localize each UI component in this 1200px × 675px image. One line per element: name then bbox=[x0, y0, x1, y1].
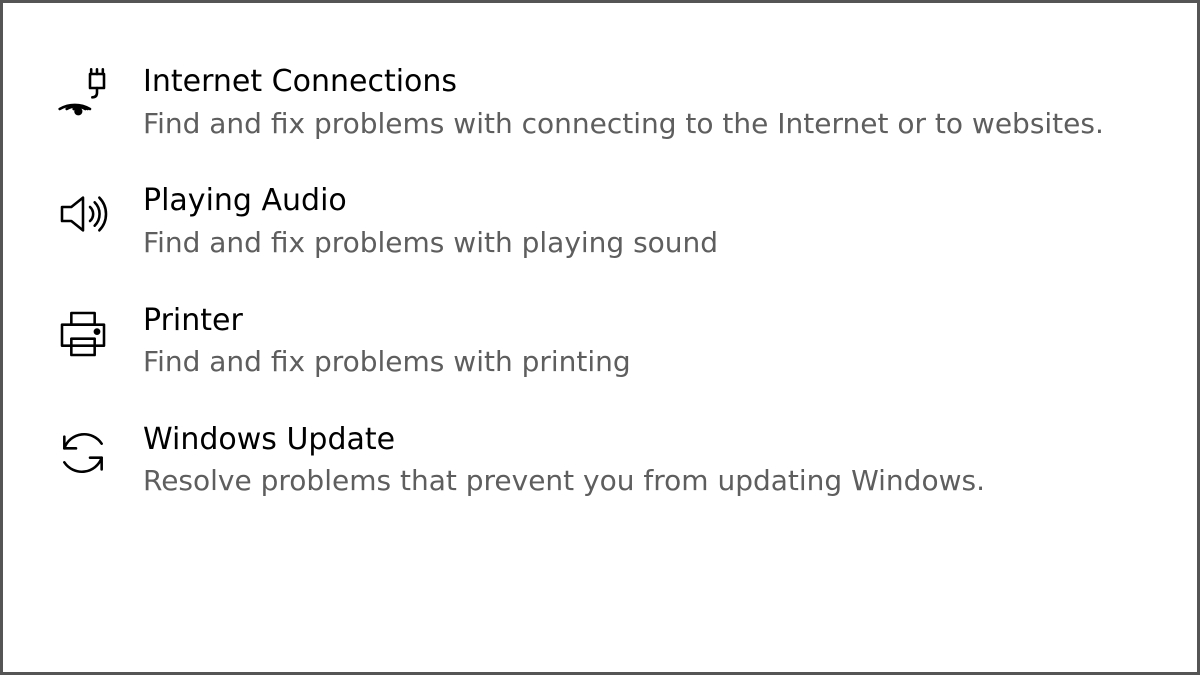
troubleshooter-description: Find and fix problems with playing sound bbox=[143, 224, 1157, 262]
troubleshooter-description: Find and fix problems with printing bbox=[143, 343, 1157, 381]
troubleshooter-internet-connections[interactable]: Internet Connections Find and fix proble… bbox=[51, 63, 1157, 142]
wifi-network-icon bbox=[51, 63, 115, 127]
troubleshooter-printer[interactable]: Printer Find and fix problems with print… bbox=[51, 302, 1157, 381]
troubleshooter-windows-update[interactable]: Windows Update Resolve problems that pre… bbox=[51, 421, 1157, 500]
troubleshooter-title: Internet Connections bbox=[143, 63, 1157, 101]
troubleshooter-title: Windows Update bbox=[143, 421, 1157, 459]
troubleshooter-playing-audio[interactable]: Playing Audio Find and fix problems with… bbox=[51, 182, 1157, 261]
troubleshooter-panel: Internet Connections Find and fix proble… bbox=[0, 0, 1200, 675]
troubleshooter-title: Playing Audio bbox=[143, 182, 1157, 220]
speaker-icon bbox=[51, 182, 115, 246]
troubleshooter-description: Resolve problems that prevent you from u… bbox=[143, 462, 1157, 500]
troubleshooter-description: Find and fix problems with connecting to… bbox=[143, 105, 1157, 143]
printer-icon bbox=[51, 302, 115, 366]
troubleshooter-title: Printer bbox=[143, 302, 1157, 340]
update-sync-icon bbox=[51, 421, 115, 485]
